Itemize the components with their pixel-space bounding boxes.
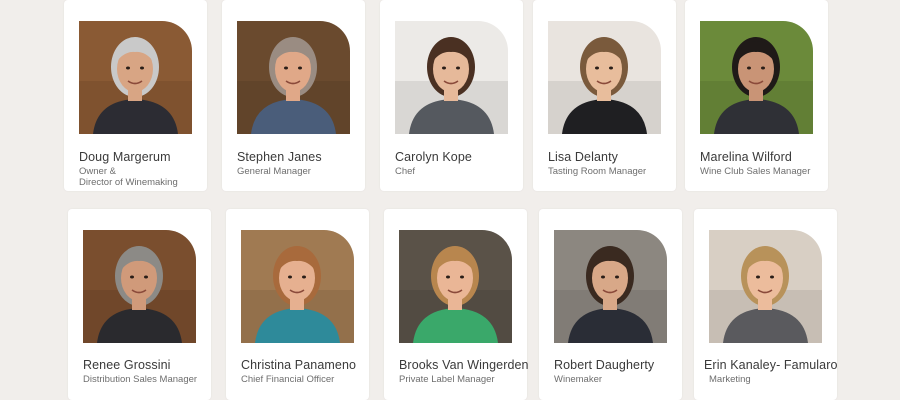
portrait-image [548,21,661,134]
team-role: Distribution Sales Manager [83,374,198,385]
team-name: Doug Margerum [79,150,171,164]
team-card: Brooks Van Wingerden Private Label Manag… [384,209,529,400]
team-card: Stephen Janes General Manager [222,0,365,191]
team-card: Carolyn Kope Chef [380,0,523,191]
portrait-image [554,230,667,343]
team-photo [83,230,196,343]
team-role: Tasting Room Manager [548,166,647,177]
team-role: Owner & [79,166,116,177]
team-name: Stephen Janes [237,150,322,164]
portrait-image [237,21,350,134]
team-name: Brooks Van Wingerden [399,358,529,372]
team-name: Lisa Delanty [548,150,618,164]
team-name: Erin Kanaley- Famularo [704,358,838,372]
portrait-image [399,230,512,343]
portrait-image [79,21,192,134]
team-role: Wine Club Sales Manager [700,166,811,177]
team-name: Renee Grossini [83,358,171,372]
team-photo [241,230,354,343]
team-role: Private Label Manager [399,374,495,385]
team-photo [548,21,661,134]
team-card: Doug Margerum Owner & Director of Winema… [64,0,207,191]
portrait-image [83,230,196,343]
team-role: Marketing [709,374,751,385]
team-photo [554,230,667,343]
portrait-image [709,230,822,343]
team-card: Erin Kanaley- Famularo Marketing [694,209,837,400]
team-name: Marelina Wilford [700,150,792,164]
team-photo [237,21,350,134]
portrait-image [395,21,508,134]
team-name: Christina Panameno [241,358,357,372]
team-role: General Manager [237,166,311,177]
team-card: Marelina Wilford Wine Club Sales Manager [685,0,828,191]
team-name: Carolyn Kope [395,150,472,164]
team-role: Winemaker [554,374,603,385]
portrait-image [700,21,813,134]
team-role: Chief Financial Officer [241,374,335,385]
team-card: Robert Daugherty Winemaker [539,209,682,400]
team-photo [79,21,192,134]
team-photo [399,230,512,343]
portrait-image [241,230,354,343]
team-card: Renee Grossini Distribution Sales Manage… [68,209,211,400]
team-role: Director of Winemaking [79,177,178,188]
team-photo [700,21,813,134]
team-photo [395,21,508,134]
team-role: Chef [395,166,416,177]
team-card: Lisa Delanty Tasting Room Manager [533,0,676,191]
team-photo [709,230,822,343]
team-card: Christina Panameno Chief Financial Offic… [226,209,369,400]
team-name: Robert Daugherty [554,358,655,372]
